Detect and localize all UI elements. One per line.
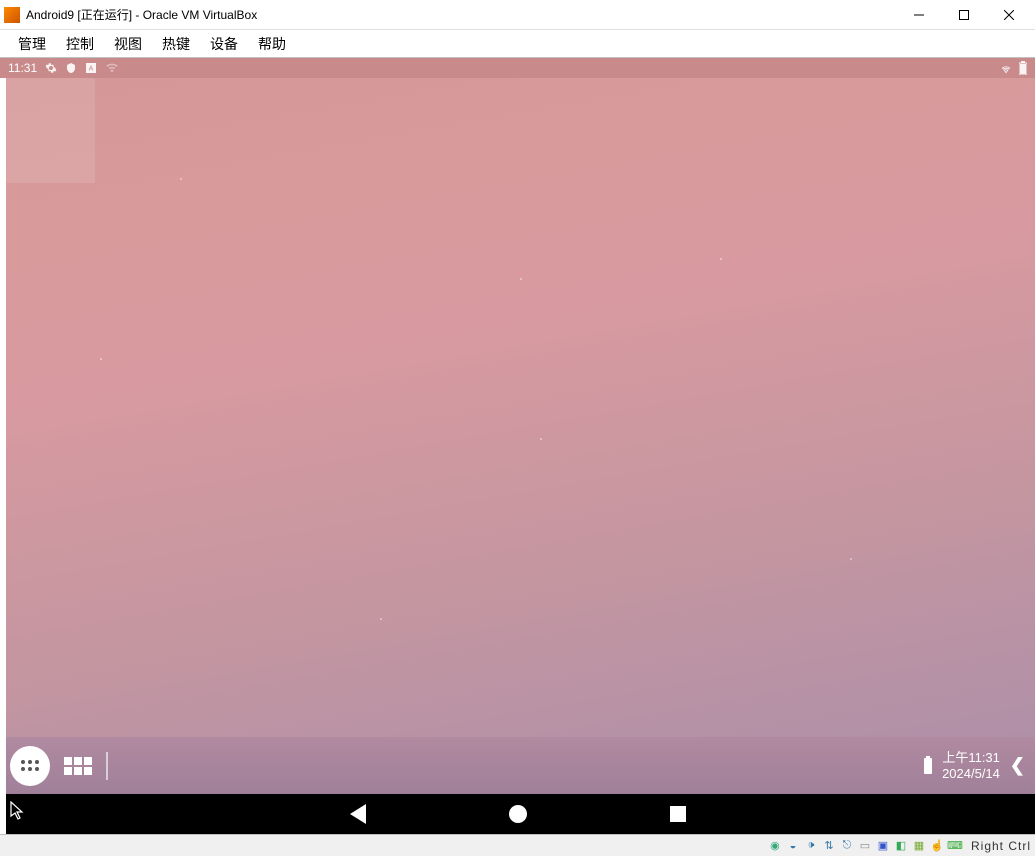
square-a-icon: A bbox=[85, 62, 97, 74]
dock-separator bbox=[106, 752, 108, 780]
virtualbox-statusbar: ◉ ◒ 🕩 ⇅ ⎋ ▭ ▣ ◧ ▦ ☝ ⌨ Right Ctrl bbox=[0, 834, 1035, 856]
particle bbox=[380, 618, 382, 620]
dock-expand-button[interactable]: ❮ bbox=[1010, 755, 1025, 776]
particle bbox=[720, 258, 722, 260]
particle bbox=[520, 278, 522, 280]
virtualbox-window: Android9 [正在运行] - Oracle VM VirtualBox 管… bbox=[0, 0, 1035, 856]
menu-control[interactable]: 控制 bbox=[56, 30, 104, 58]
app-drawer-button[interactable] bbox=[10, 746, 50, 786]
particle bbox=[180, 178, 182, 180]
statusbar-time: 11:31 bbox=[8, 61, 37, 75]
android-screen[interactable]: 11:31 A bbox=[0, 58, 1035, 834]
nav-recent-button[interactable] bbox=[668, 804, 688, 824]
wifi-outline-icon bbox=[999, 62, 1013, 74]
mouse-integration-icon[interactable]: ☝ bbox=[929, 838, 945, 854]
particle bbox=[100, 358, 102, 360]
cpu-icon[interactable]: ▦ bbox=[911, 838, 927, 854]
audio-icon[interactable]: 🕩 bbox=[803, 838, 819, 854]
gear-icon bbox=[45, 62, 57, 74]
back-triangle-icon bbox=[350, 804, 366, 824]
android-dock: 上午11:31 2024/5/14 ❮ bbox=[0, 737, 1035, 794]
svg-text:A: A bbox=[89, 66, 94, 73]
grid-apps-button[interactable] bbox=[64, 757, 92, 775]
dock-time: 上午11:31 bbox=[942, 750, 1000, 766]
android-wallpaper[interactable] bbox=[0, 58, 1035, 737]
titlebar: Android9 [正在运行] - Oracle VM VirtualBox bbox=[0, 0, 1035, 30]
minimize-button[interactable] bbox=[896, 1, 941, 29]
virtualbox-icon bbox=[4, 7, 20, 23]
menubar: 管理 控制 视图 热键 设备 帮助 bbox=[0, 30, 1035, 58]
optical-icon[interactable]: ◒ bbox=[785, 838, 801, 854]
vm-display: 11:31 A bbox=[0, 58, 1035, 834]
dock-right: 上午11:31 2024/5/14 ❮ bbox=[924, 750, 1025, 781]
menu-view[interactable]: 视图 bbox=[104, 30, 152, 58]
host-key-label: Right Ctrl bbox=[971, 839, 1031, 853]
android-navbar bbox=[0, 794, 1035, 834]
network-icon[interactable]: ⇅ bbox=[821, 838, 837, 854]
cursor-icon bbox=[10, 801, 26, 826]
close-button[interactable] bbox=[986, 1, 1031, 29]
harddisk-icon[interactable]: ◉ bbox=[767, 838, 783, 854]
dock-clock[interactable]: 上午11:31 2024/5/14 bbox=[942, 750, 1000, 781]
usb-icon[interactable]: ⎋ bbox=[839, 838, 855, 854]
dock-battery-icon bbox=[924, 758, 932, 774]
statusbar-right bbox=[999, 61, 1027, 75]
nav-back-button[interactable] bbox=[348, 804, 368, 824]
display-icon[interactable]: ▣ bbox=[875, 838, 891, 854]
keyboard-icon[interactable]: ⌨ bbox=[947, 838, 963, 854]
shared-folder-icon[interactable]: ▭ bbox=[857, 838, 873, 854]
dock-date: 2024/5/14 bbox=[942, 766, 1000, 782]
left-frame-edge bbox=[0, 58, 6, 834]
window-title: Android9 [正在运行] - Oracle VM VirtualBox bbox=[26, 6, 896, 23]
widget-placeholder[interactable] bbox=[0, 78, 95, 183]
dots-icon bbox=[21, 760, 39, 771]
menu-hotkey[interactable]: 热键 bbox=[152, 30, 200, 58]
particle bbox=[850, 558, 852, 560]
battery-icon bbox=[1019, 61, 1027, 75]
statusbar-left: 11:31 A bbox=[8, 61, 119, 75]
maximize-button[interactable] bbox=[941, 1, 986, 29]
recording-icon[interactable]: ◧ bbox=[893, 838, 909, 854]
shield-icon bbox=[65, 62, 77, 74]
wifi-dim-icon bbox=[105, 62, 119, 74]
android-statusbar[interactable]: 11:31 A bbox=[0, 58, 1035, 78]
menu-devices[interactable]: 设备 bbox=[200, 30, 248, 58]
menu-help[interactable]: 帮助 bbox=[248, 30, 296, 58]
home-circle-icon bbox=[509, 805, 527, 823]
nav-home-button[interactable] bbox=[508, 804, 528, 824]
menu-manage[interactable]: 管理 bbox=[8, 30, 56, 58]
particle bbox=[540, 438, 542, 440]
window-controls bbox=[896, 1, 1031, 29]
recent-square-icon bbox=[670, 806, 686, 822]
